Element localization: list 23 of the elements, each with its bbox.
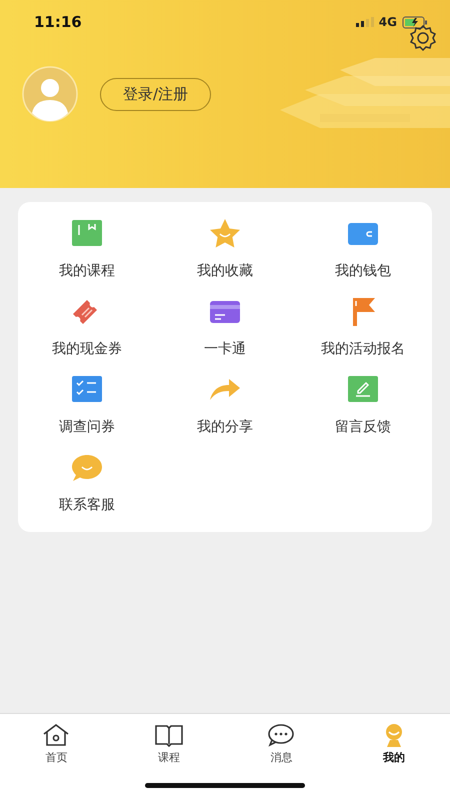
menu-item[interactable]: 我的钱包	[335, 262, 391, 280]
menu-item[interactable]: 我的收藏	[197, 262, 253, 280]
tab[interactable]: 课程	[112, 714, 225, 770]
network-label: 4G	[378, 15, 397, 29]
home-icon	[41, 722, 72, 748]
menu-item[interactable]: 我的现金券	[52, 340, 122, 358]
tab[interactable]: 消息	[225, 714, 338, 770]
menu-item[interactable]: 调查问券	[59, 418, 115, 436]
settings-icon[interactable]	[408, 24, 438, 52]
battery-icon	[402, 16, 428, 28]
book-icon	[154, 722, 184, 748]
login-button[interactable]: 登录/注册	[100, 78, 212, 110]
menu-item[interactable]: 我的分享	[197, 418, 253, 436]
status-time: 11:16	[34, 13, 82, 31]
menu-item[interactable]: 联系客服	[59, 496, 115, 514]
tab[interactable]: 首页	[0, 714, 112, 770]
menu-item[interactable]: 留言反馈	[335, 418, 391, 436]
menu-item[interactable]: 一卡通	[204, 340, 246, 358]
chat-icon	[266, 722, 296, 748]
menu-item[interactable]: 我的课程	[59, 262, 115, 280]
signal-icon	[356, 17, 374, 27]
tab[interactable]: 我的	[338, 714, 450, 770]
menu-item[interactable]: 我的活动报名	[321, 340, 405, 358]
